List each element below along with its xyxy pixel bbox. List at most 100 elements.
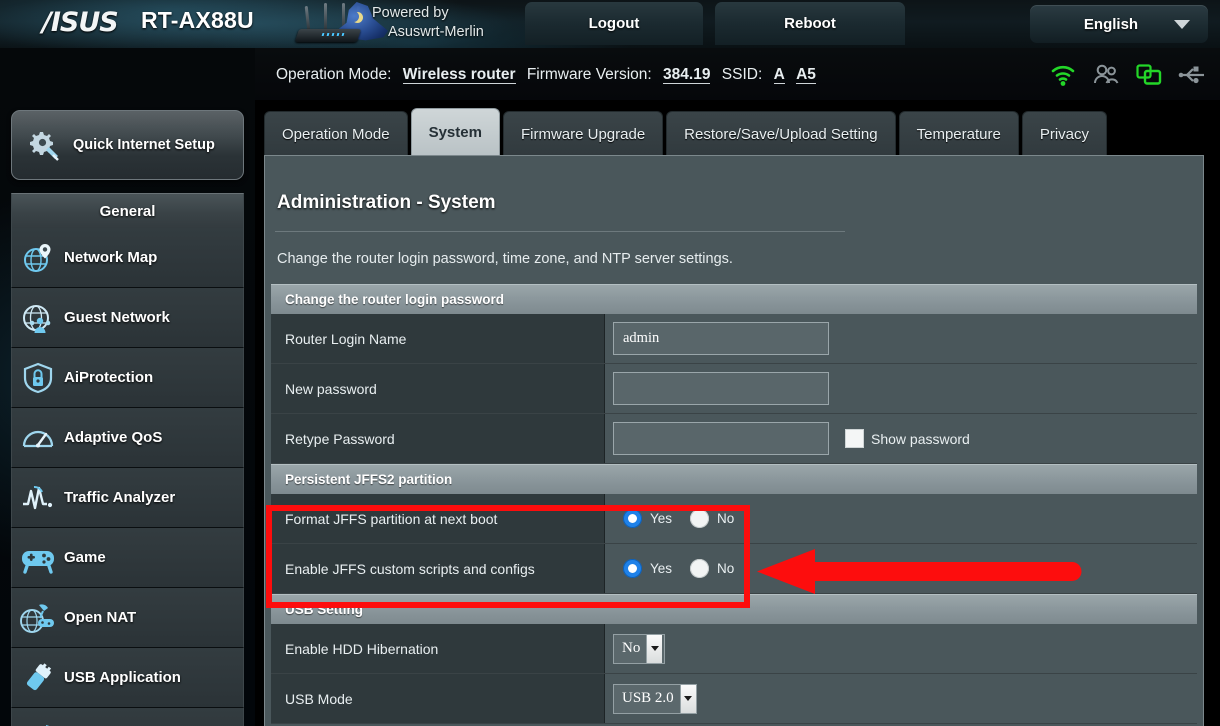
sidebar-item-label: USB Application <box>64 669 181 686</box>
row-hdd-hibernation: Enable HDD Hibernation No <box>271 624 1197 674</box>
sidebar-item-game[interactable]: Game <box>11 528 244 588</box>
sidebar-item-label: Traffic Analyzer <box>64 489 175 506</box>
usb-application-icon <box>12 662 64 694</box>
sidebar-item-network-map[interactable]: Network Map <box>11 228 244 288</box>
sidebar-item-usb-application[interactable]: USB Application <box>11 648 244 708</box>
firmware-label: Firmware Version: <box>527 66 652 83</box>
tab-bar: Operation Mode System Firmware Upgrade R… <box>264 108 1110 156</box>
sidebar-item-traffic-analyzer[interactable]: Traffic Analyzer <box>11 468 244 528</box>
reboot-button[interactable]: Reboot <box>715 2 905 45</box>
row-new-password: New password <box>271 364 1197 414</box>
cloud-icon <box>12 722 64 726</box>
sidebar-item-label: Guest Network <box>64 309 170 326</box>
ssid-value-1[interactable]: A <box>774 66 785 84</box>
format-jffs-radio-yes[interactable] <box>623 509 642 528</box>
row-value: USB 2.0 <box>605 674 1197 723</box>
logout-button[interactable]: Logout <box>525 2 703 45</box>
status-summary: Operation Mode: Wireless router Firmware… <box>276 66 816 84</box>
router-admin-page: /ISUS RT-AX88U Powered by Asuswrt-Merlin… <box>0 0 1220 726</box>
top-banner: /ISUS RT-AX88U Powered by Asuswrt-Merlin… <box>0 0 1220 48</box>
section-header-usb-setting: USB Setting <box>271 594 1197 624</box>
row-enable-jffs-scripts: Enable JFFS custom scripts and configs Y… <box>271 544 1197 594</box>
new-password-input[interactable] <box>613 372 829 405</box>
enable-jffs-no-label: No <box>717 561 734 576</box>
ssid-label: SSID: <box>722 66 762 83</box>
hdd-hibernation-select[interactable]: No <box>613 634 665 664</box>
firmware-value[interactable]: 384.19 <box>663 66 710 84</box>
sidebar-item-open-nat[interactable]: Open NAT <box>11 588 244 648</box>
sidebar-item-guest-network[interactable]: Guest Network <box>11 288 244 348</box>
chevron-down-icon <box>1174 20 1190 29</box>
row-label: Format JFFS partition at next boot <box>271 494 605 543</box>
sidebar-item-label: Game <box>64 549 106 566</box>
retype-password-input[interactable] <box>613 422 829 455</box>
router-login-name-input[interactable]: admin <box>613 322 829 355</box>
shield-lock-icon <box>12 362 64 394</box>
operation-mode-value[interactable]: Wireless router <box>403 66 516 84</box>
row-format-jffs: Format JFFS partition at next boot Yes N… <box>271 494 1197 544</box>
section-header-login-password: Change the router login password <box>271 284 1197 314</box>
usb-mode-select[interactable]: USB 2.0 <box>613 684 697 714</box>
row-label: Router Login Name <box>271 314 605 363</box>
language-selector[interactable]: English <box>1030 5 1208 43</box>
quick-setup-icon <box>21 128 73 162</box>
enable-jffs-radio-yes[interactable] <box>623 559 642 578</box>
open-nat-icon <box>12 602 64 634</box>
section-header-jffs2: Persistent JFFS2 partition <box>271 464 1197 494</box>
row-label: Enable HDD Hibernation <box>271 624 605 673</box>
row-label: Retype Password <box>271 414 605 463</box>
wifi-icon[interactable] <box>1049 62 1077 88</box>
row-retype-password: Retype Password Show password <box>271 414 1197 464</box>
sidebar-item-label: AiProtection <box>64 369 153 386</box>
guest-network-icon <box>12 302 64 334</box>
network-map-icon <box>12 242 64 274</box>
powered-by-line2: Asuswrt-Merlin <box>372 23 534 42</box>
format-jffs-yes-label: Yes <box>650 511 672 526</box>
hdd-hibernation-value: No <box>622 640 646 657</box>
sidebar-item-label: Network Map <box>64 249 157 266</box>
row-value: No <box>605 624 1197 673</box>
usb-device-icon[interactable] <box>1135 62 1163 88</box>
ssid-value-2[interactable]: A5 <box>796 66 816 84</box>
usb-mode-value: USB 2.0 <box>622 690 680 707</box>
row-value: admin <box>605 314 1197 363</box>
clients-icon[interactable] <box>1092 62 1120 88</box>
sidebar-group-general: General <box>11 193 244 228</box>
sidebar-menu: Network Map Guest Network <box>11 228 244 726</box>
tab-temperature[interactable]: Temperature <box>899 111 1019 156</box>
sidebar-item-label: Adaptive QoS <box>64 429 162 446</box>
powered-by-text: Powered by Asuswrt-Merlin <box>372 4 534 44</box>
sidebar-item-adaptive-qos[interactable]: Adaptive QoS <box>11 408 244 468</box>
enable-jffs-radio-no[interactable] <box>690 559 709 578</box>
traffic-analyzer-icon <box>12 482 64 514</box>
router-model-name: RT-AX88U <box>141 7 254 34</box>
quick-internet-setup-button[interactable]: Quick Internet Setup <box>11 110 244 180</box>
row-usb-mode: USB Mode USB 2.0 <box>271 674 1197 724</box>
format-jffs-radio-group: Yes No <box>613 509 748 528</box>
status-icon-tray <box>1049 62 1206 88</box>
asus-logo: /ISUS <box>42 7 118 38</box>
tab-system[interactable]: System <box>411 108 500 156</box>
row-label: USB Mode <box>271 674 605 723</box>
tab-privacy[interactable]: Privacy <box>1022 111 1107 156</box>
row-value: Show password <box>605 414 1197 463</box>
tab-restore-save-upload-setting[interactable]: Restore/Save/Upload Setting <box>666 111 895 156</box>
gamepad-icon <box>12 542 64 574</box>
enable-jffs-radio-group: Yes No <box>613 559 748 578</box>
main-panel: Administration - System Change the route… <box>264 155 1204 726</box>
gauge-icon <box>12 422 64 454</box>
tab-operation-mode[interactable]: Operation Mode <box>264 111 408 156</box>
sidebar-item-aiprotection[interactable]: AiProtection <box>11 348 244 408</box>
sidebar: Quick Internet Setup General Network Map <box>0 48 255 726</box>
row-label: New password <box>271 364 605 413</box>
format-jffs-radio-no[interactable] <box>690 509 709 528</box>
powered-by-line1: Powered by <box>372 4 534 23</box>
tab-firmware-upgrade[interactable]: Firmware Upgrade <box>503 111 663 156</box>
show-password-label: Show password <box>871 431 970 447</box>
page-title: Administration - System <box>277 192 496 214</box>
sidebar-item-aicloud[interactable]: AiCloud 2.0 <box>11 708 244 726</box>
title-divider <box>275 231 845 232</box>
usb-icon[interactable] <box>1178 62 1206 88</box>
show-password-checkbox[interactable] <box>845 429 864 448</box>
row-label: Enable JFFS custom scripts and configs <box>271 544 605 593</box>
